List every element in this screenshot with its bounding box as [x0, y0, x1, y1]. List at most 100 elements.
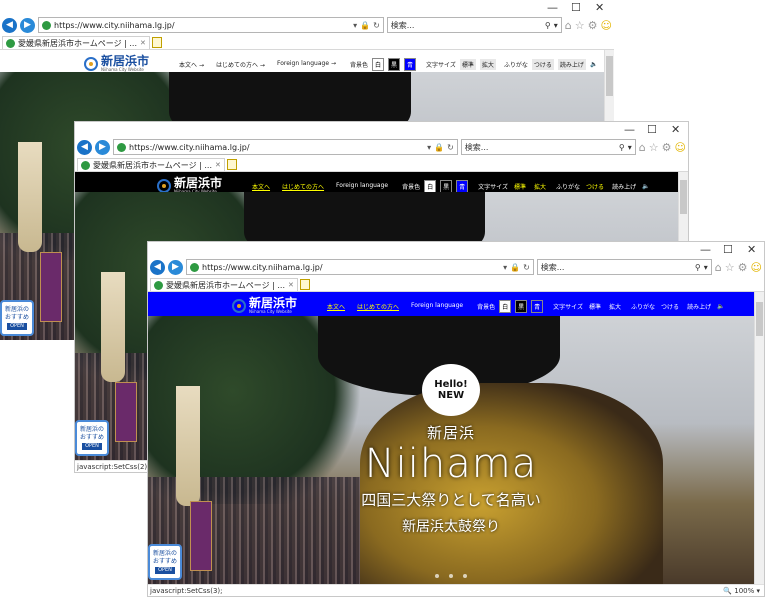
slide-dot[interactable] — [435, 574, 439, 578]
nav-foreign-language[interactable]: Foreign language → — [277, 60, 336, 69]
feedback-smiley-icon[interactable]: ☺ — [675, 141, 686, 154]
nav-foreign-language[interactable]: Foreign language — [411, 302, 463, 311]
new-tab-button[interactable] — [151, 37, 162, 48]
forward-icon[interactable]: ▶ — [20, 17, 35, 33]
search-box[interactable]: 検索... ⚲ ▾ — [536, 259, 712, 275]
refresh-icon[interactable]: ↻ — [373, 21, 380, 30]
font-large-button[interactable]: 拡大 — [532, 181, 548, 192]
recommend-button[interactable]: 新居浜の おすすめ OPEN — [0, 300, 34, 336]
address-bar[interactable]: https://www.city.niihama.lg.jp/ ▾ 🔒 ↻ — [38, 17, 384, 33]
tab-niihama[interactable]: 愛媛県新居浜市ホームページ | ... ✕ — [2, 36, 150, 49]
feedback-smiley-icon[interactable]: ☺ — [601, 19, 612, 32]
close-icon[interactable]: ✕ — [671, 123, 680, 136]
slide-dot[interactable] — [449, 574, 453, 578]
furigana-on-button[interactable]: つける — [531, 58, 554, 70]
back-icon[interactable]: ◀ — [2, 17, 17, 33]
site-logo[interactable]: 新居浜市 Niihama City Website — [232, 297, 297, 315]
home-icon[interactable]: ⌂ — [715, 261, 722, 274]
read-aloud-button[interactable]: 読み上げ — [610, 181, 638, 192]
forward-icon[interactable]: ▶ — [95, 139, 110, 155]
search-dropdown-icon[interactable]: ▾ — [427, 143, 431, 152]
home-icon[interactable]: ⌂ — [565, 19, 572, 32]
nav-skip-to-content[interactable]: 本文へ — [252, 182, 270, 191]
nav-skip-to-content[interactable]: 本文へ — [327, 302, 345, 311]
search-dropdown-icon[interactable]: ▾ — [503, 263, 507, 272]
bg-blue-button[interactable]: 青 — [456, 179, 469, 193]
address-bar[interactable]: https://www.city.niihama.lg.jp/ ▾ 🔒 ↻ — [113, 139, 458, 155]
nav-foreign-language[interactable]: Foreign language — [336, 182, 388, 191]
bg-black-button[interactable]: 黒 — [440, 179, 453, 193]
minimize-icon[interactable]: — — [547, 1, 558, 14]
search-options-icon[interactable]: ▾ — [628, 143, 632, 152]
new-tab-button[interactable] — [226, 159, 237, 170]
bg-white-button[interactable]: 白 — [371, 57, 384, 71]
feedback-smiley-icon[interactable]: ☺ — [751, 261, 762, 274]
search-options-icon[interactable]: ▾ — [704, 263, 708, 272]
back-icon[interactable]: ◀ — [150, 259, 165, 275]
favorites-star-icon[interactable]: ☆ — [725, 261, 735, 274]
back-icon[interactable]: ◀ — [77, 139, 92, 155]
refresh-icon[interactable]: ↻ — [523, 263, 530, 272]
refresh-icon[interactable]: ↻ — [447, 143, 454, 152]
tab-close-icon[interactable]: ✕ — [288, 281, 294, 289]
speaker-icon[interactable]: 🔈 — [717, 303, 724, 310]
furigana-label: ふりがな — [503, 61, 528, 69]
font-standard-button[interactable]: 標準 — [512, 181, 528, 192]
nav-first-time[interactable]: はじめての方へ — [282, 182, 324, 191]
home-icon[interactable]: ⌂ — [639, 141, 646, 154]
hello-new-badge[interactable]: Hello! NEW — [422, 364, 480, 416]
settings-gear-icon[interactable]: ⚙ — [588, 19, 598, 32]
tab-niihama[interactable]: 愛媛県新居浜市ホームページ | ... ✕ — [77, 158, 225, 171]
minimize-icon[interactable]: — — [624, 123, 635, 136]
settings-gear-icon[interactable]: ⚙ — [662, 141, 672, 154]
settings-gear-icon[interactable]: ⚙ — [738, 261, 748, 274]
search-options-icon[interactable]: ▾ — [554, 21, 558, 30]
speaker-icon[interactable]: 🔈 — [590, 61, 597, 68]
minimize-icon[interactable]: — — [700, 243, 711, 256]
scrollbar[interactable] — [754, 292, 764, 584]
speaker-icon[interactable]: 🔈 — [642, 183, 649, 190]
font-standard-button[interactable]: 標準 — [459, 58, 476, 70]
search-icon[interactable]: ⚲ — [619, 143, 625, 152]
bg-black-button[interactable]: 黒 — [515, 299, 528, 313]
read-aloud-button[interactable]: 読み上げ — [685, 301, 713, 312]
bg-white-button[interactable]: 白 — [424, 179, 437, 193]
font-standard-button[interactable]: 標準 — [587, 301, 603, 312]
tab-niihama[interactable]: 愛媛県新居浜市ホームページ | ... ✕ — [150, 278, 298, 291]
site-logo[interactable]: 新居浜市 Niihama City Website — [84, 55, 149, 73]
search-icon[interactable]: ⚲ — [695, 263, 701, 272]
tab-close-icon[interactable]: ✕ — [140, 39, 146, 47]
bg-blue-button[interactable]: 青 — [531, 299, 544, 313]
address-bar[interactable]: https://www.city.niihama.lg.jp/ ▾ 🔒 ↻ — [186, 259, 534, 275]
read-aloud-button[interactable]: 読み上げ — [557, 58, 586, 70]
bg-white-button[interactable]: 白 — [499, 299, 512, 313]
search-box[interactable]: 検索... ⚲ ▾ — [386, 17, 562, 33]
nav-first-time[interactable]: はじめての方へ → — [216, 60, 265, 69]
search-icon[interactable]: ⚲ — [545, 21, 551, 30]
nav-skip-to-content[interactable]: 本文へ → — [179, 60, 204, 69]
bg-black-button[interactable]: 黒 — [388, 57, 401, 71]
new-tab-button[interactable] — [299, 279, 310, 290]
tab-strip: 愛媛県新居浜市ホームページ | ... ✕ — [75, 158, 688, 172]
zoom-control[interactable]: 🔍 100% ▾ — [723, 587, 760, 595]
maximize-icon[interactable]: ☐ — [647, 123, 657, 136]
nav-first-time[interactable]: はじめての方へ — [357, 302, 399, 311]
recommend-button[interactable]: 新居浜の おすすめ OPEN — [75, 420, 109, 456]
font-large-button[interactable]: 拡大 — [607, 301, 623, 312]
slide-dot[interactable] — [463, 574, 467, 578]
maximize-icon[interactable]: ☐ — [723, 243, 733, 256]
close-icon[interactable]: ✕ — [747, 243, 756, 256]
font-large-button[interactable]: 拡大 — [479, 58, 496, 70]
furigana-on-button[interactable]: つける — [659, 301, 681, 312]
close-icon[interactable]: ✕ — [595, 1, 604, 14]
favorites-star-icon[interactable]: ☆ — [649, 141, 659, 154]
recommend-button[interactable]: 新居浜の おすすめ OPEN — [148, 544, 182, 580]
furigana-on-button[interactable]: つける — [584, 181, 606, 192]
forward-icon[interactable]: ▶ — [168, 259, 183, 275]
search-dropdown-icon[interactable]: ▾ — [353, 21, 357, 30]
favorites-star-icon[interactable]: ☆ — [575, 19, 585, 32]
tab-close-icon[interactable]: ✕ — [215, 161, 221, 169]
maximize-icon[interactable]: ☐ — [571, 1, 581, 14]
search-box[interactable]: 検索... ⚲ ▾ — [460, 139, 636, 155]
bg-blue-button[interactable]: 青 — [404, 57, 417, 71]
